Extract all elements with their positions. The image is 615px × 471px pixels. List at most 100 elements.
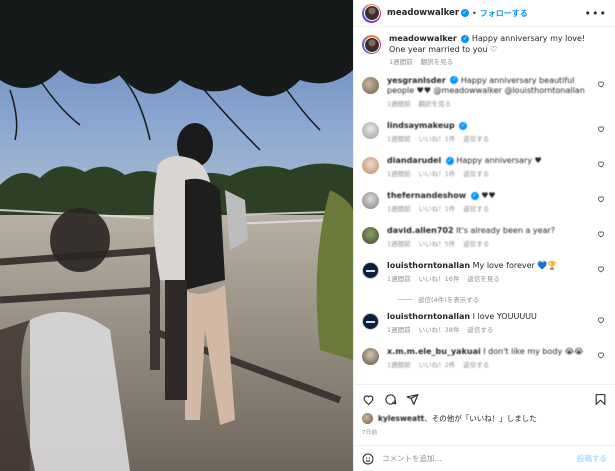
comment-input[interactable]: [382, 454, 577, 463]
comment-reply-link[interactable]: 返信する: [463, 360, 489, 371]
caption: meadowwalker ✓ Happy anniversary my love…: [362, 34, 607, 68]
commenter-avatar[interactable]: [362, 157, 379, 174]
caption-translate-link[interactable]: 翻訳を見る: [421, 57, 454, 68]
comment-row: david.allen702 It's already been a year?…: [362, 226, 607, 249]
like-comment-heart-icon[interactable]: [597, 80, 605, 88]
comment-likes[interactable]: いいね！38件: [419, 325, 460, 336]
save-bookmark-icon[interactable]: [594, 393, 607, 406]
comment-row: diandarudel ✓ Happy anniversary ♥ 1週間前 い…: [362, 156, 607, 179]
comment-time: 1週間前: [387, 99, 411, 108]
author-avatar-image: [363, 5, 380, 21]
comment-row: lindsaymakeup ✓ 1週間前 いいね！1件 返信する: [362, 121, 607, 144]
comment-reply-link[interactable]: 返信する: [463, 134, 489, 145]
comments-list[interactable]: meadowwalker ✓ Happy anniversary my love…: [354, 28, 615, 384]
comment-row: x.m.m.ele_bu_yakuai I don't like my body…: [362, 347, 607, 370]
comment-reply-link[interactable]: 返信する: [463, 169, 489, 180]
replies-line: [398, 298, 412, 300]
share-send-icon[interactable]: [406, 393, 419, 406]
comment-time: 1週間前: [387, 360, 411, 369]
comment-meta: 1週間前 いいね！16件 返信を見る: [387, 274, 589, 285]
comment-row: yesgranlsder ✓ Happy anniversary beautif…: [362, 76, 607, 110]
comment-likes[interactable]: いいね！16件: [419, 274, 460, 285]
comment-username[interactable]: diandarudel: [387, 156, 441, 165]
post-side-panel: meadowwalker ✓ • フォローする ••• meadowwalker…: [353, 0, 615, 471]
emoji-smiley-icon[interactable]: [362, 453, 374, 465]
commenter-avatar[interactable]: [362, 227, 379, 244]
verified-badge-icon: ✓: [445, 156, 454, 165]
commenter-avatar[interactable]: [362, 262, 379, 279]
view-replies-link[interactable]: 返信(4件)を表示する: [398, 294, 607, 304]
comment-body: david.allen702 It's already been a year?…: [387, 226, 607, 249]
comment-username[interactable]: lindsaymakeup: [387, 121, 455, 130]
comment-likes[interactable]: いいね！5件: [419, 239, 456, 250]
comment-username[interactable]: yesgranlsder: [387, 76, 446, 85]
comment-body: louisthorntonallan My love forever 💙🏆 1週…: [387, 261, 607, 284]
commenter-avatar[interactable]: [362, 313, 379, 330]
comment-meta: 1週間前 いいね！1件 返信する: [387, 204, 589, 215]
commenter-avatar[interactable]: [362, 76, 379, 94]
comment-body: thefernandeshow ✓ ♥♥ 1週間前 いいね！1件 返信する: [387, 191, 607, 214]
comment-meta: 1週間前 いいね！5件 返信する: [387, 239, 589, 250]
more-options-icon[interactable]: •••: [585, 7, 607, 20]
comment-username[interactable]: louisthorntonallan: [387, 312, 470, 321]
comment-likes[interactable]: いいね！1件: [419, 204, 456, 215]
comment-likes[interactable]: いいね！2件: [419, 360, 456, 371]
like-comment-heart-icon[interactable]: [597, 265, 605, 273]
comment-body: diandarudel ✓ Happy anniversary ♥ 1週間前 い…: [387, 156, 607, 179]
comment-likes[interactable]: いいね！1件: [419, 134, 456, 145]
comment-time: 1週間前: [387, 134, 411, 143]
comment-meta: 1週間前 いいね！1件 返信する: [387, 169, 589, 180]
comment-row: louisthorntonallan I love YOUUUUU 1週間前 い…: [362, 312, 607, 335]
comment-time: 1週間前: [387, 325, 411, 334]
caption-avatar[interactable]: [362, 35, 381, 54]
comment-reply-link[interactable]: 返信する: [463, 204, 489, 215]
liked-by-username[interactable]: kylesweatt: [378, 414, 424, 423]
caption-time: 1週間前: [389, 58, 413, 66]
comment-row: louisthorntonallan My love forever 💙🏆 1週…: [362, 261, 607, 284]
like-comment-heart-icon[interactable]: [597, 316, 605, 324]
verified-badge-icon: ✓: [450, 76, 459, 84]
commenter-avatar[interactable]: [362, 348, 379, 365]
verified-badge-icon: ✓: [461, 9, 470, 17]
like-comment-heart-icon[interactable]: [597, 195, 605, 203]
caption-meta: 1週間前 翻訳を見る: [389, 57, 589, 68]
liked-by-text[interactable]: 、その他が「いいね！」しました: [424, 413, 537, 424]
comment-body: x.m.m.ele_bu_yakuai I don't like my body…: [387, 347, 607, 370]
author-username[interactable]: meadowwalker: [387, 8, 459, 18]
comment-meta: 1週間前 いいね！1件 返信する: [387, 134, 589, 145]
liked-by: kylesweatt 、その他が「いいね！」しました: [362, 413, 607, 424]
caption-avatar-image: [363, 36, 380, 53]
like-comment-heart-icon[interactable]: [597, 160, 605, 168]
like-comment-heart-icon[interactable]: [597, 125, 605, 133]
commenter-avatar[interactable]: [362, 192, 379, 209]
verified-badge-icon: ✓: [459, 121, 468, 130]
comment-reply-link[interactable]: 返信する: [467, 325, 493, 336]
liked-by-avatar[interactable]: [362, 413, 373, 424]
post-date: 7日前: [362, 430, 378, 436]
commenter-avatar[interactable]: [362, 122, 379, 139]
caption-body: meadowwalker ✓ Happy anniversary my love…: [389, 34, 607, 68]
comment-text: My love forever 💙🏆: [472, 261, 558, 270]
follow-button[interactable]: フォローする: [480, 8, 528, 19]
comment-time: 1週間前: [387, 169, 411, 178]
post-image: [0, 0, 353, 471]
comment-username[interactable]: x.m.m.ele_bu_yakuai: [387, 347, 481, 356]
like-comment-heart-icon[interactable]: [597, 351, 605, 359]
comment-username[interactable]: louisthorntonallan: [387, 261, 470, 270]
comment-bubble-icon[interactable]: [384, 393, 397, 406]
caption-username[interactable]: meadowwalker: [389, 34, 457, 43]
comment-meta: 1週間前 翻訳を見る: [387, 99, 589, 110]
comment-time: 1週間前: [387, 239, 411, 248]
comment-username[interactable]: thefernandeshow: [387, 191, 466, 200]
comment-likes[interactable]: いいね！1件: [419, 169, 456, 180]
comment-body: louisthorntonallan I love YOUUUUU 1週間前 い…: [387, 312, 607, 335]
comment-reply-link[interactable]: 返信を見る: [467, 274, 500, 285]
comment-reply-link[interactable]: 返信する: [463, 239, 489, 250]
author-avatar[interactable]: [362, 3, 381, 23]
like-heart-icon[interactable]: [362, 393, 375, 406]
add-comment-bar: 投稿する: [354, 445, 615, 471]
comment-username[interactable]: david.allen702: [387, 226, 454, 235]
post-comment-button[interactable]: 投稿する: [577, 453, 607, 464]
like-comment-heart-icon[interactable]: [597, 230, 605, 238]
comment-reply-link[interactable]: 翻訳を見る: [419, 99, 452, 110]
